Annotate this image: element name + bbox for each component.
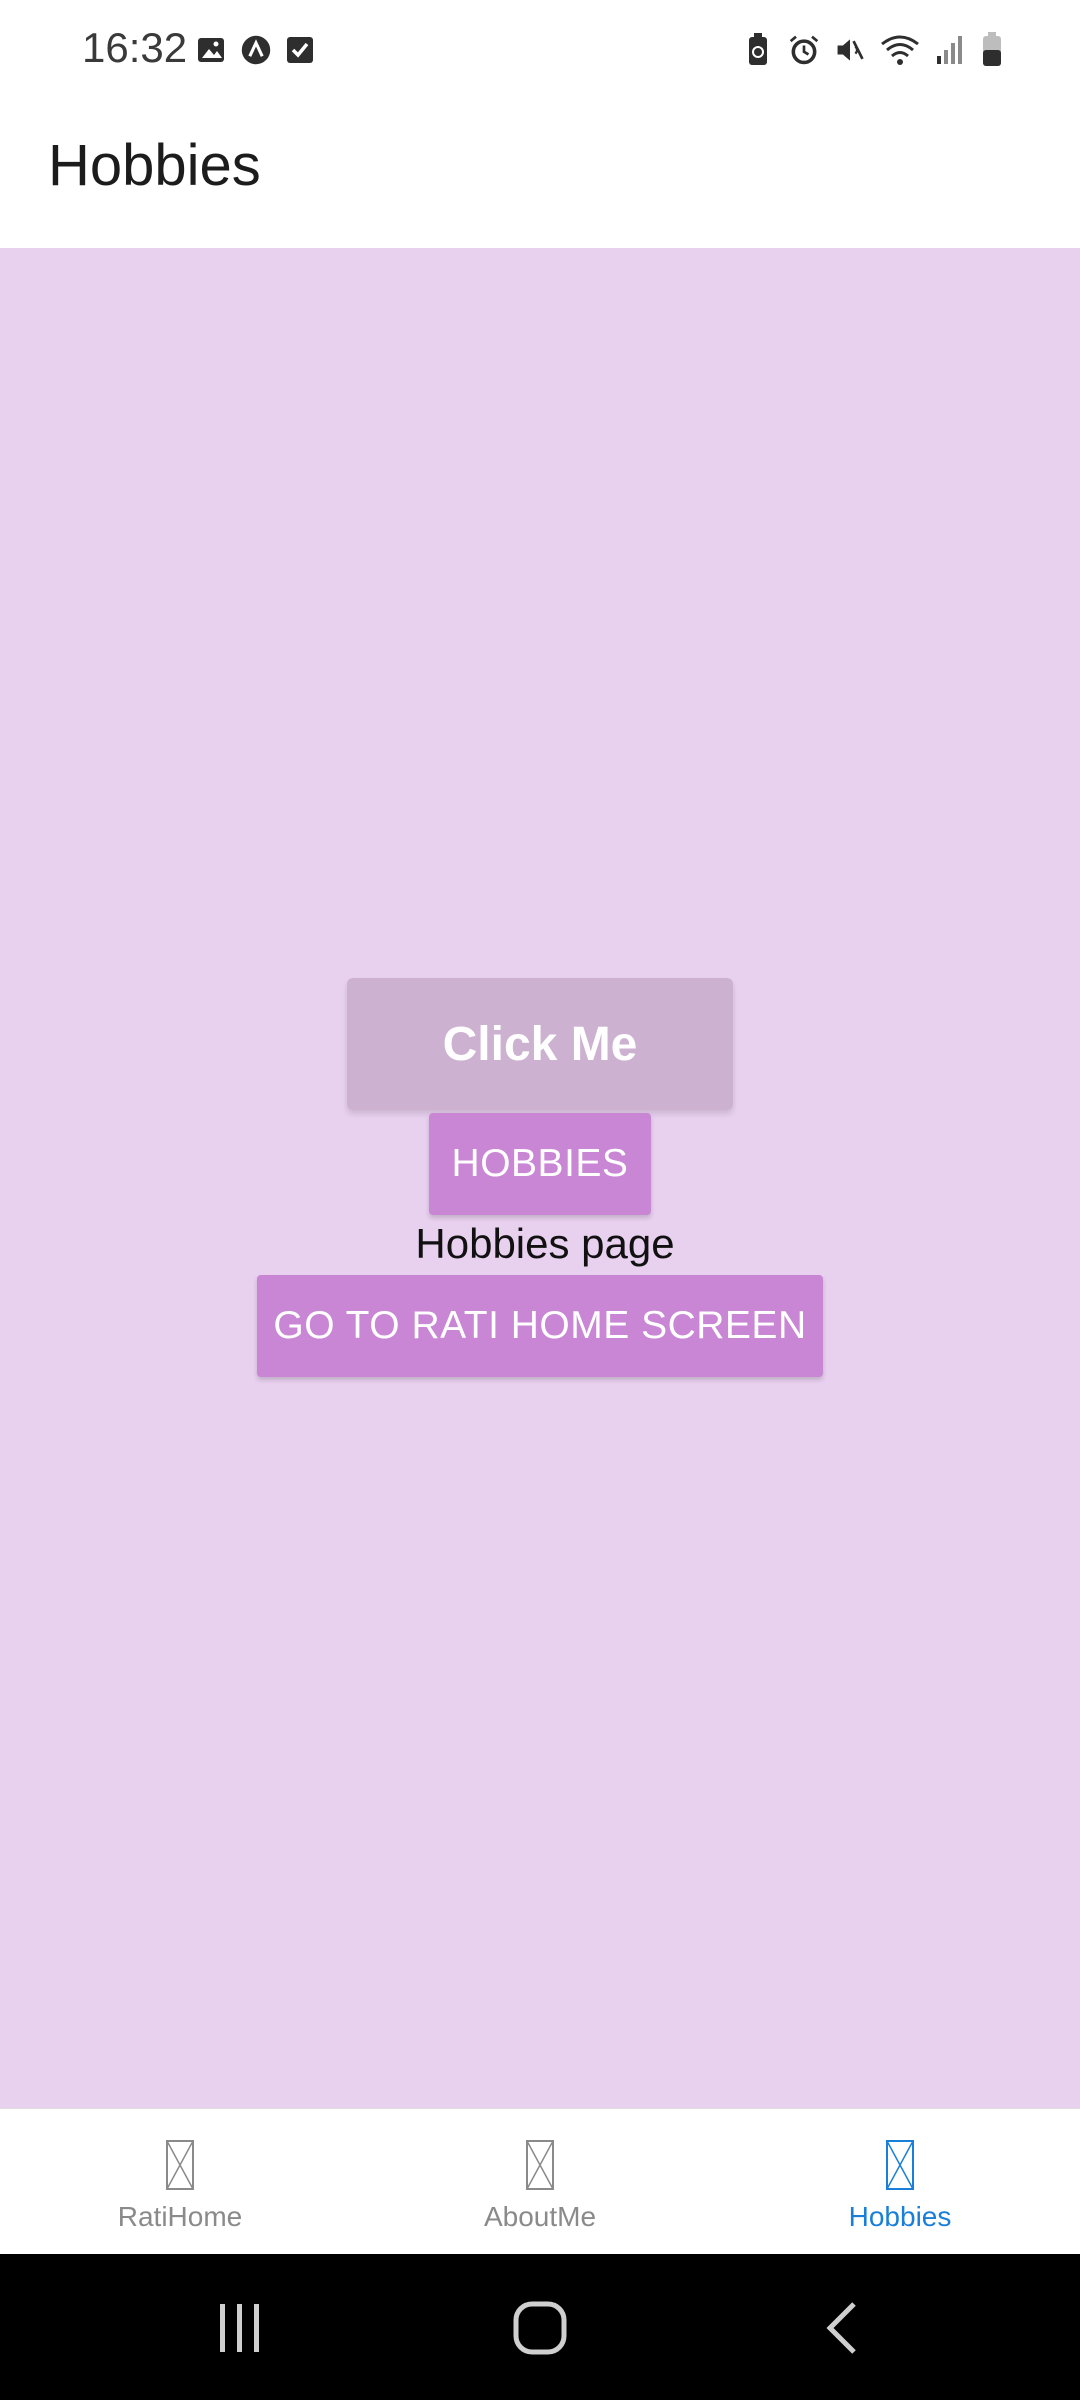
missing-glyph-icon bbox=[886, 2140, 914, 2190]
tab-label: Hobbies bbox=[848, 2201, 952, 2232]
wifi-icon bbox=[881, 35, 919, 65]
image-icon bbox=[198, 38, 224, 62]
tab-ratihome[interactable]: RatiHome bbox=[0, 2109, 360, 2255]
app-bar: Hobbies bbox=[0, 100, 1080, 249]
tab-label: RatiHome bbox=[117, 2201, 243, 2232]
navigation-bar bbox=[0, 2254, 1080, 2400]
tab-hobbies[interactable]: Hobbies bbox=[720, 2109, 1080, 2255]
screen: 16:32 Hobbies Click Me HOBBIES Hobbies p… bbox=[0, 0, 1080, 2400]
signal-icon bbox=[937, 36, 962, 64]
page-text: Hobbies page bbox=[415, 1220, 675, 1267]
page-title: Hobbies bbox=[48, 133, 261, 198]
status-icons-left bbox=[196, 32, 316, 68]
tab-aboutme[interactable]: AboutMe bbox=[360, 2109, 720, 2255]
app-a-icon bbox=[241, 35, 271, 65]
missing-glyph-icon bbox=[166, 2140, 194, 2190]
back-icon[interactable] bbox=[814, 2300, 874, 2356]
click-me-button[interactable]: Click Me bbox=[347, 978, 733, 1110]
missing-glyph-icon bbox=[526, 2140, 554, 2190]
mute-icon bbox=[837, 39, 864, 61]
status-bar: 16:32 bbox=[0, 0, 1080, 100]
go-to-home-button[interactable]: GO TO RATI HOME SCREEN bbox=[257, 1275, 823, 1377]
status-time: 16:32 bbox=[82, 24, 188, 71]
tab-label: AboutMe bbox=[483, 2201, 597, 2232]
bottom-tab-bar: RatiHome AboutMe Hobbies bbox=[0, 2108, 1080, 2255]
battery-icon bbox=[983, 32, 1001, 66]
recent-apps-icon[interactable] bbox=[210, 2300, 270, 2356]
main-content: Click Me HOBBIES Hobbies page GO TO RATI… bbox=[0, 248, 1080, 2108]
hobbies-button[interactable]: HOBBIES bbox=[429, 1113, 651, 1215]
status-icons-right bbox=[742, 32, 1004, 68]
alarm-icon bbox=[789, 35, 819, 65]
home-icon[interactable] bbox=[510, 2300, 570, 2356]
checkbox-icon bbox=[287, 37, 313, 63]
battery-saver-icon bbox=[749, 33, 767, 65]
